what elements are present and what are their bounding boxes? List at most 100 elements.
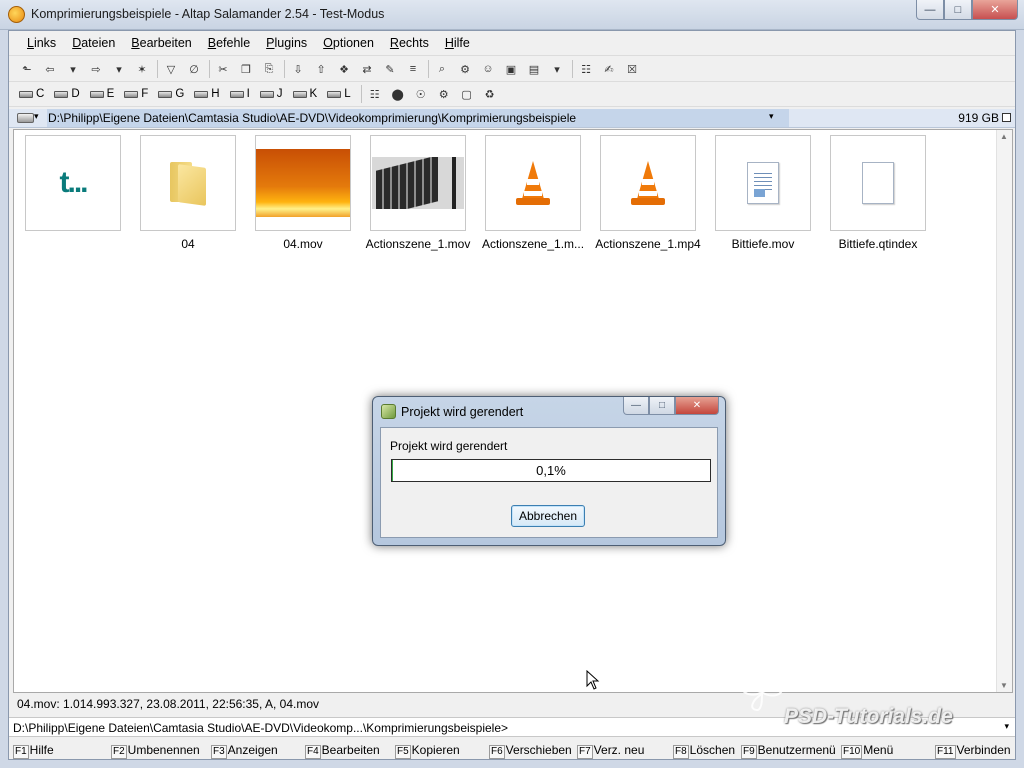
menu-hilfe[interactable]: Hilfe xyxy=(445,36,470,50)
fkey-f7-button[interactable]: F7 Verz. neu xyxy=(577,743,644,759)
zoom-panel-icon[interactable] xyxy=(1002,113,1011,122)
user-icon[interactable]: ☺ xyxy=(480,61,496,77)
fkey-f4-button[interactable]: F4 Bearbeiten xyxy=(305,743,380,759)
drive-h-button[interactable]: H xyxy=(194,88,220,100)
menu-rechts[interactable]: Rechts xyxy=(390,36,429,50)
vlc-thumb xyxy=(485,135,581,231)
cut-icon[interactable]: ✂ xyxy=(215,61,231,77)
drive-c-button[interactable]: C xyxy=(19,88,44,100)
drive-selector-icon[interactable] xyxy=(17,113,34,123)
dialog-maximize-button[interactable]: □ xyxy=(649,397,675,415)
plugin-fs-icon[interactable]: ⚙ xyxy=(436,86,452,102)
edit-icon[interactable]: ✍ xyxy=(601,61,617,77)
command-history-dropdown-icon[interactable]: ▾ xyxy=(1004,721,1009,732)
fkey-f11-button[interactable]: F11 Verbinden xyxy=(935,743,1011,759)
menu-bearbeiten[interactable]: Bearbeiten xyxy=(131,36,191,50)
recycle-icon[interactable]: ♻ xyxy=(482,86,498,102)
fkey-f9-button[interactable]: F9 Benutzermenü xyxy=(741,743,836,759)
file-info-line: 04.mov: 1.014.993.327, 23.08.2011, 22:56… xyxy=(17,697,320,711)
file-tile[interactable]: Bittiefe.mov xyxy=(715,135,811,251)
cancel-button[interactable]: Abbrechen xyxy=(511,505,585,527)
maximize-button[interactable]: □ xyxy=(944,0,972,20)
current-path[interactable]: D:\Philipp\Eigene Dateien\Camtasia Studi… xyxy=(47,109,789,127)
paste-icon[interactable]: ⎘ xyxy=(261,61,277,77)
copy-icon[interactable]: ❐ xyxy=(238,61,254,77)
copy-files-icon[interactable]: ❖ xyxy=(336,61,352,77)
viewer-icon[interactable]: ☷ xyxy=(578,61,594,77)
file-tile[interactable]: 04 xyxy=(140,135,236,251)
file-tile-updir[interactable]: t... xyxy=(25,135,121,237)
menu-plugins[interactable]: Plugins xyxy=(266,36,307,50)
pack-icon[interactable]: ⇩ xyxy=(290,61,306,77)
drive-letter: I xyxy=(246,88,250,100)
find-icon[interactable]: ⌕ xyxy=(434,61,450,77)
forward-dropdown-icon[interactable]: ▾ xyxy=(111,61,127,77)
drive-f-button[interactable]: F xyxy=(124,88,148,100)
drive-letter: C xyxy=(36,88,45,100)
vlc-cone-icon xyxy=(631,161,665,205)
path-history-dropdown-icon[interactable]: ▾ xyxy=(769,111,774,122)
dialog-minimize-button[interactable]: — xyxy=(623,397,649,415)
fkey-f2-button[interactable]: F2 Umbenennen xyxy=(111,743,200,759)
video-thumb xyxy=(370,135,466,231)
file-tile[interactable]: Bittiefe.qtindex xyxy=(830,135,926,251)
properties-icon[interactable]: ⚙ xyxy=(457,61,473,77)
shares-icon[interactable]: ☉ xyxy=(413,86,429,102)
menu-dateien[interactable]: Dateien xyxy=(72,36,115,50)
back-dropdown-icon[interactable]: ▾ xyxy=(65,61,81,77)
rename-icon[interactable]: ✎ xyxy=(382,61,398,77)
render-progress-dialog[interactable]: Projekt wird gerendert — □ ✕ Projekt wir… xyxy=(372,396,726,546)
video-thumb xyxy=(255,135,351,231)
file-name: Bittiefe.mov xyxy=(731,237,795,251)
drive-j-button[interactable]: J xyxy=(259,88,283,100)
fkey-label: Verschieben xyxy=(505,743,572,757)
minimize-button[interactable]: — xyxy=(916,0,944,20)
drive-l-button[interactable]: L xyxy=(327,88,351,100)
menu-befehle[interactable]: Befehle xyxy=(208,36,250,50)
delete-icon[interactable]: ☒ xyxy=(624,61,640,77)
drive-d-button[interactable]: D xyxy=(54,88,80,100)
fkey-f1-button[interactable]: F1 Hilfe xyxy=(13,743,54,759)
menu-optionen[interactable]: Optionen xyxy=(323,36,374,50)
file-tile[interactable]: Actionszene_1.m... xyxy=(482,135,584,251)
unpack-icon[interactable]: ⇧ xyxy=(313,61,329,77)
drive-k-button[interactable]: K xyxy=(292,88,317,100)
file-tile[interactable]: 04.mov xyxy=(255,135,351,251)
file-tile[interactable]: Actionszene_1.mov xyxy=(366,135,470,251)
scroll-down-icon[interactable]: ▼ xyxy=(1000,681,1008,690)
window-titlebar[interactable]: Komprimierungsbeispiele - Altap Salamand… xyxy=(0,0,1024,30)
fkey-label: Anzeigen xyxy=(227,743,278,757)
salamander-app-icon[interactable] xyxy=(8,6,25,23)
fkey-f10-button[interactable]: F10 Menü xyxy=(841,743,893,759)
parent-dir-icon[interactable]: ⬑ xyxy=(19,61,35,77)
fkey-f6-button[interactable]: F6 Verschieben xyxy=(489,743,572,759)
drive-g-button[interactable]: G xyxy=(158,88,184,100)
network-icon[interactable]: ☷ xyxy=(367,86,383,102)
hotpath-icon[interactable]: ✶ xyxy=(134,61,150,77)
dialog-close-button[interactable]: ✕ xyxy=(675,397,719,415)
drive-dropdown-icon[interactable]: ▾ xyxy=(34,111,39,122)
forward-icon[interactable]: ⇨ xyxy=(88,61,104,77)
file-tile[interactable]: Actionszene_1.mp4 xyxy=(595,135,701,251)
close-button[interactable]: ✕ xyxy=(972,0,1018,20)
scroll-up-icon[interactable]: ▲ xyxy=(1000,132,1008,141)
vertical-scrollbar[interactable]: ▲ ▼ xyxy=(996,130,1012,692)
fkey-f5-button[interactable]: F5 Kopieren xyxy=(395,743,460,759)
view-mode-dropdown-icon[interactable]: ▾ xyxy=(549,61,565,77)
archive-icon[interactable]: ▢ xyxy=(459,86,475,102)
back-icon[interactable]: ⇦ xyxy=(42,61,58,77)
filter-off-icon[interactable]: ∅ xyxy=(186,61,202,77)
drive-letter: G xyxy=(175,88,185,100)
view-mode-icon[interactable]: ▤ xyxy=(526,61,542,77)
fkey-f3-button[interactable]: F3 Anzeigen xyxy=(211,743,278,759)
move-files-icon[interactable]: ⇄ xyxy=(359,61,375,77)
ftp-icon[interactable]: ⬤ xyxy=(390,86,406,102)
compare-icon[interactable]: ≡ xyxy=(405,61,421,77)
drive-e-button[interactable]: E xyxy=(89,88,114,100)
drive-i-button[interactable]: I xyxy=(229,88,250,100)
menu-links[interactable]: Links xyxy=(27,36,56,50)
command-prompt-icon[interactable]: ▣ xyxy=(503,61,519,77)
fkey-key: F3 xyxy=(211,745,227,759)
fkey-f8-button[interactable]: F8 Löschen xyxy=(673,743,735,759)
filter-icon[interactable]: ▽ xyxy=(163,61,179,77)
